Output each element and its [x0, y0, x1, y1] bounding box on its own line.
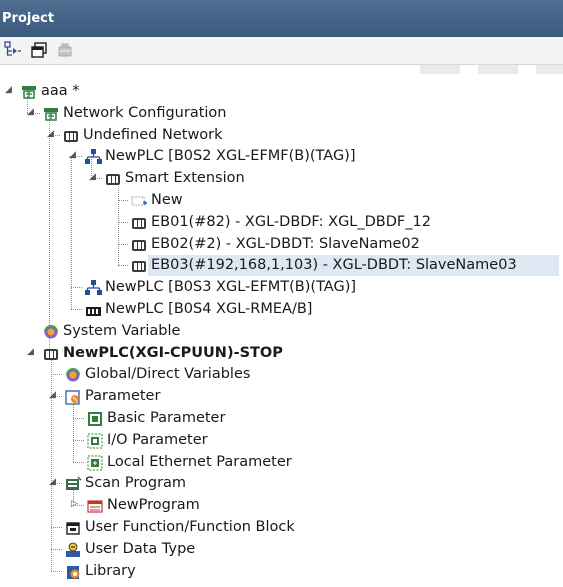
tree-item-label: Library [85, 562, 136, 579]
module-icon [104, 170, 122, 187]
expand-arrow-icon[interactable]: ▷ [70, 500, 79, 509]
tree-connector-line [118, 265, 128, 267]
collapse-arrow-icon[interactable]: ◢ [26, 107, 35, 117]
project-tree[interactable]: ◢ aaa * ◢ Network Configuration ◢ Undefined N… [0, 65, 563, 579]
module-icon [130, 214, 148, 231]
tree-item-label: NewProgram [107, 497, 200, 514]
tree-item-label: NewPLC [B0S2 XGL-EFMF(B)(TAG)] [105, 148, 356, 165]
tree-item-label: Undefined Network [83, 126, 223, 143]
rapi-module-icon [84, 301, 102, 318]
tree-item-global-direct-variables[interactable]: Global/Direct Variables [0, 364, 563, 385]
collapse-arrow-icon[interactable]: ◢ [48, 391, 57, 400]
tree-item-label: EB03(#192,168,1,103) - XGL-DBDT: SlaveNa… [151, 257, 517, 274]
network-icon [62, 127, 80, 144]
tree-item-newplc-b0s3[interactable]: NewPLC [B0S3 XGL-EFMT(B)(TAG)] [0, 277, 563, 298]
io-parameter-icon [86, 432, 104, 449]
parameter-icon [64, 388, 82, 405]
tree-item-io-parameter[interactable]: I/O Parameter [0, 430, 563, 451]
tree-item-eb03[interactable]: EB03(#192,168,1,103) - XGL-DBDT: SlaveNa… [132, 255, 559, 277]
program-icon [86, 497, 104, 514]
tree-item-scan-program[interactable]: ◢ Scan Program [0, 473, 563, 494]
tree-item-label: Local Ethernet Parameter [107, 453, 292, 470]
variable-icon [42, 323, 60, 340]
tree-item-local-ethernet-parameter[interactable]: Local Ethernet Parameter [0, 452, 563, 473]
variable-icon [64, 366, 82, 383]
tree-item-label: NewPLC(XGI-CPUUN)-STOP [63, 344, 283, 361]
delete-icon[interactable] [56, 41, 74, 59]
tree-item-label: aaa * [41, 83, 80, 99]
panel-title: Project [2, 11, 55, 26]
collapse-arrow-icon[interactable]: ◢ [4, 86, 13, 95]
cpu-icon [42, 345, 60, 362]
tree-item-label: User Data Type [85, 540, 196, 557]
collapse-arrow-icon[interactable]: ◢ [48, 478, 57, 487]
tree-item-label: NewPLC [B0S4 XGL-RMEA/B] [105, 301, 313, 317]
tree-item-aaa[interactable]: ◢ aaa * [0, 81, 563, 102]
project-toolbar [0, 37, 563, 65]
tree-item-system-variable[interactable]: System Variable [0, 321, 563, 342]
tree-item-undefined-network[interactable]: ◢ Undefined Network [0, 125, 563, 146]
new-item-icon [130, 192, 148, 209]
ethernet-parameter-icon [86, 454, 104, 471]
tree-item-label: EB02(#2) - XGL-DBDT: SlaveName02 [151, 235, 420, 252]
tree-item-label: User Function/Function Block [85, 519, 295, 535]
data-type-icon [64, 541, 82, 558]
plc-network-icon [84, 279, 102, 296]
tree-item-newplc-xgi[interactable]: ◢ NewPLC(XGI-CPUUN)-STOP [0, 343, 563, 364]
collapse-arrow-icon[interactable]: ◢ [88, 173, 97, 182]
tree-item-newprogram[interactable]: ▷ NewProgram [0, 495, 563, 516]
tree-item-basic-parameter[interactable]: Basic Parameter [0, 408, 563, 429]
tree-item-label: Basic Parameter [107, 410, 226, 426]
collapse-arrow-icon[interactable]: ◢ [26, 347, 35, 357]
network-config-icon [42, 105, 60, 122]
scan-program-icon [64, 475, 82, 492]
copy-window-icon[interactable] [30, 41, 48, 59]
tree-item-eb01[interactable]: EB01(#82) - XGL-DBDF: XGL_DBDF_12 [0, 212, 563, 233]
library-icon [64, 563, 82, 580]
tree-item-newplc-b0s2[interactable]: ◢ NewPLC [B0S2 XGL-EFMF(B)(TAG)] [0, 146, 563, 167]
tree-view-icon[interactable] [4, 41, 22, 59]
tree-item-label: Scan Program [85, 475, 187, 492]
tree-item-smart-extension[interactable]: ◢ Smart Extension [0, 168, 563, 189]
tree-item-label: EB01(#82) - XGL-DBDF: XGL_DBDF_12 [151, 213, 431, 230]
tree-item-user-data-type[interactable]: User Data Type [0, 539, 563, 560]
tree-item-label: I/O Parameter [107, 431, 208, 448]
project-icon [20, 83, 38, 100]
tree-item-label: NewPLC [B0S3 XGL-EFMT(B)(TAG)] [105, 279, 357, 296]
tree-item-label: System Variable [63, 322, 181, 339]
tree-item-user-function-block[interactable]: User Function/Function Block [0, 517, 563, 538]
module-icon [130, 257, 148, 274]
tree-item-label: Smart Extension [125, 170, 245, 187]
tree-item-label: New [151, 192, 183, 208]
function-block-icon [64, 519, 82, 536]
tree-item-label: Global/Direct Variables [85, 366, 251, 383]
tree-item-parameter[interactable]: ◢ Parameter [0, 386, 563, 407]
tree-item-eb02[interactable]: EB02(#2) - XGL-DBDT: SlaveName02 [0, 234, 563, 255]
tree-item-newplc-b0s4[interactable]: NewPLC [B0S4 XGL-RMEA/B] [0, 299, 563, 320]
basic-parameter-icon [86, 410, 104, 427]
panel-title-bar: Project [0, 0, 563, 37]
collapse-arrow-icon[interactable]: ◢ [46, 129, 55, 139]
plc-network-icon [84, 148, 102, 165]
tree-item-label: Network Configuration [63, 104, 227, 121]
tree-item-library[interactable]: Library [0, 561, 563, 582]
tree-item-label: Parameter [85, 388, 161, 405]
module-icon [130, 236, 148, 253]
tree-item-new[interactable]: New [0, 190, 563, 211]
collapse-arrow-icon[interactable]: ◢ [68, 151, 77, 160]
tree-item-network-configuration[interactable]: ◢ Network Configuration [0, 103, 563, 124]
